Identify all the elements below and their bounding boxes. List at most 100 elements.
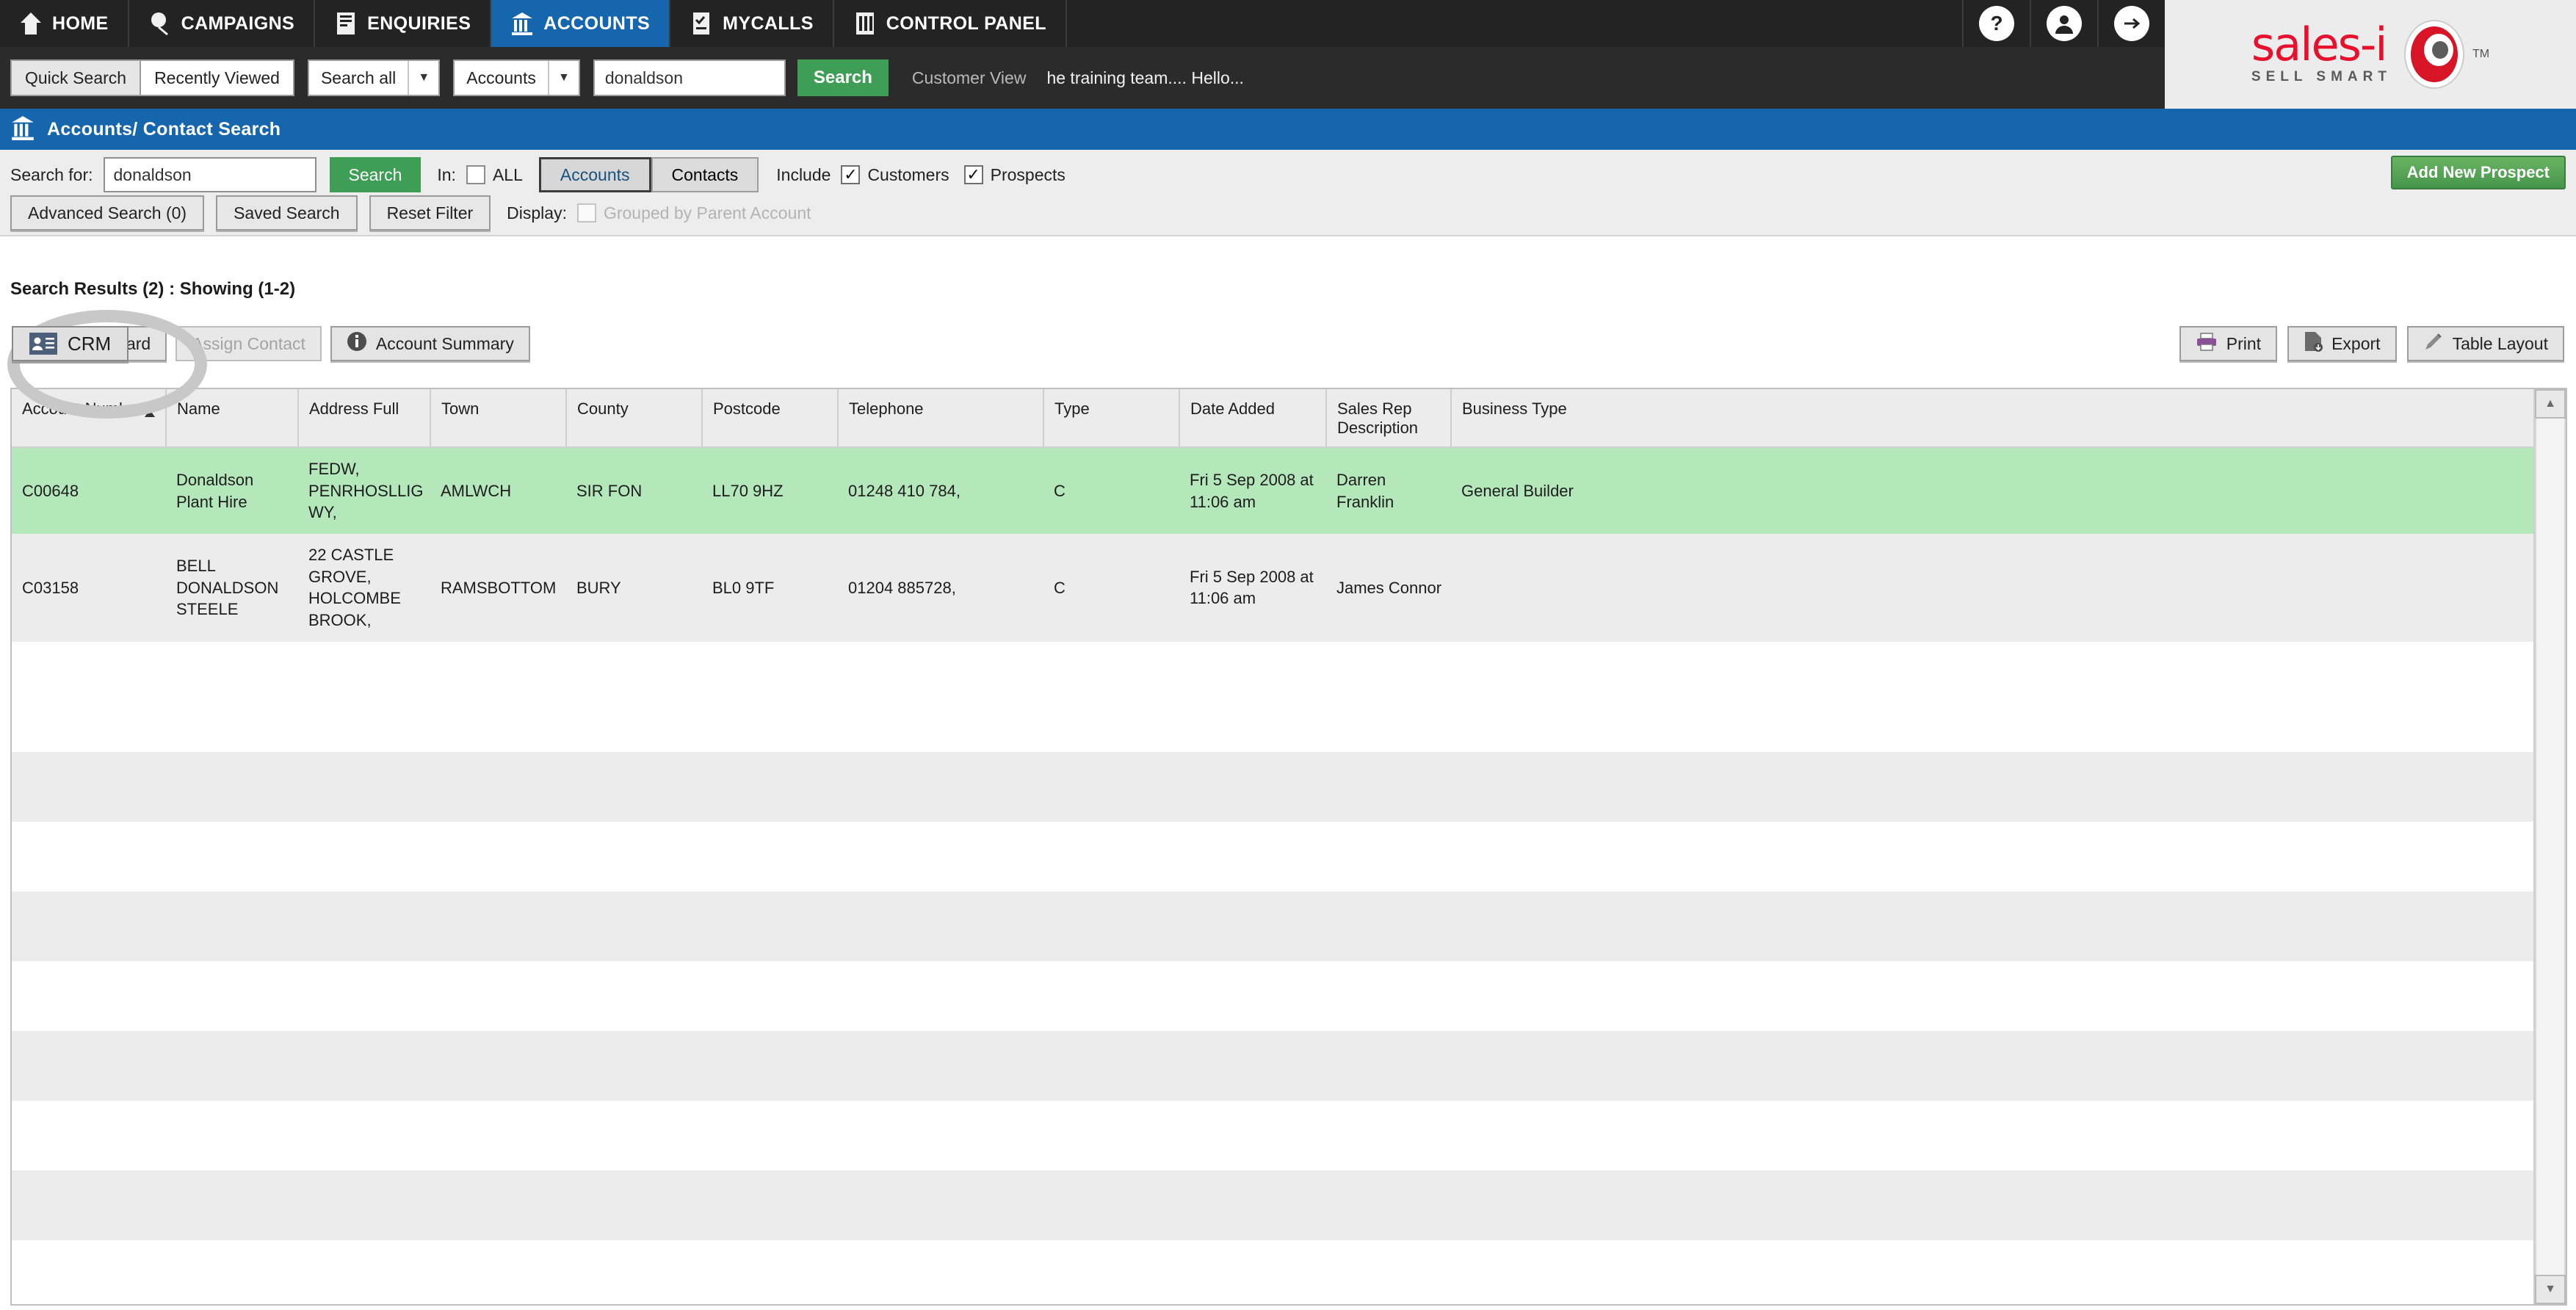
- file-download-icon: [2304, 331, 2323, 356]
- customer-view-link[interactable]: Customer View: [912, 68, 1027, 88]
- all-checkbox-label: ALL: [492, 164, 523, 184]
- brand-name: sales-i: [2251, 17, 2388, 71]
- customers-checkbox[interactable]: ✓: [841, 165, 861, 184]
- cell-postcode: BL0 9TF: [702, 534, 838, 642]
- help-button[interactable]: ?: [1962, 0, 2030, 47]
- column-header-sales-rep-description[interactable]: Sales Rep Description: [1326, 389, 1452, 448]
- nav-label-mycalls: MYCALLS: [723, 12, 814, 34]
- accounts-toggle-button[interactable]: Accounts: [538, 157, 651, 192]
- grouped-by-parent-checkbox[interactable]: [576, 203, 596, 222]
- prospects-checkbox[interactable]: ✓: [963, 165, 983, 184]
- saved-search-button[interactable]: Saved Search: [216, 195, 358, 231]
- column-header-account-number[interactable]: Account Number: [12, 389, 167, 448]
- nav-item-enquiries[interactable]: ENQUIRIES: [315, 0, 492, 47]
- export-label: Export: [2331, 333, 2381, 353]
- chevron-up-icon: ▲: [2544, 397, 2556, 410]
- search-results-summary: Search Results (2) : Showing (1-2): [10, 279, 296, 299]
- nav-item-control-panel[interactable]: CONTROL PANEL: [834, 0, 1067, 47]
- info-icon: [347, 331, 367, 356]
- table-row-empty: [12, 891, 2535, 961]
- results-table: Account Number Name Address Full Town Co…: [12, 389, 2535, 1304]
- cell-county: SIR FON: [566, 447, 702, 535]
- column-header-postcode[interactable]: Postcode: [702, 389, 839, 448]
- table-row-empty: [12, 1030, 2535, 1101]
- table-layout-button[interactable]: Table Layout: [2406, 326, 2564, 361]
- account-summary-label: Account Summary: [375, 333, 514, 353]
- search-submit-button[interactable]: Search: [329, 157, 422, 192]
- cell-town: RAMSBOTTOM: [430, 534, 566, 642]
- column-header-type[interactable]: Type: [1043, 389, 1180, 448]
- advanced-search-button[interactable]: Advanced Search (0): [10, 195, 205, 231]
- home-icon: [19, 11, 43, 36]
- table-header-row: Account Number Name Address Full Town Co…: [12, 389, 2535, 448]
- nav-item-mycalls[interactable]: MYCALLS: [670, 0, 834, 47]
- column-header-county[interactable]: County: [566, 389, 703, 448]
- contacts-toggle-button[interactable]: Contacts: [651, 157, 759, 192]
- table-row-empty: [12, 821, 2535, 891]
- quick-search-input[interactable]: [593, 59, 786, 96]
- column-header-address-full[interactable]: Address Full: [298, 389, 431, 448]
- logout-arrow-icon: [2114, 6, 2149, 41]
- table-body: C00648 Donaldson Plant Hire FEDW, PENRHO…: [12, 447, 2535, 1304]
- nav-item-home[interactable]: HOME: [0, 0, 129, 47]
- nav-label-campaigns: CAMPAIGNS: [181, 12, 295, 34]
- cell-name: Donaldson Plant Hire: [166, 447, 298, 535]
- user-account-icon: [2047, 6, 2082, 41]
- cell-business-type: General Builder: [1451, 447, 2535, 535]
- nav-item-campaigns[interactable]: CAMPAIGNS: [129, 0, 316, 47]
- nav-label-control-panel: CONTROL PANEL: [886, 12, 1046, 34]
- quick-search-tab[interactable]: Quick Search: [10, 59, 142, 96]
- scrollbar-track[interactable]: [2535, 419, 2566, 1275]
- all-checkbox[interactable]: [466, 165, 485, 184]
- column-header-telephone[interactable]: Telephone: [838, 389, 1044, 448]
- column-header-town[interactable]: Town: [430, 389, 567, 448]
- user-account-button[interactable]: [2030, 0, 2097, 47]
- column-header-business-type[interactable]: Business Type: [1451, 389, 2535, 448]
- crm-button[interactable]: CRM: [12, 326, 129, 361]
- recently-viewed-tab[interactable]: Recently Viewed: [141, 59, 294, 96]
- in-label: In:: [437, 164, 456, 184]
- export-button[interactable]: Export: [2287, 326, 2397, 361]
- logout-button[interactable]: [2097, 0, 2165, 47]
- column-header-name[interactable]: Name: [166, 389, 299, 448]
- scroll-down-button[interactable]: ▼: [2535, 1275, 2566, 1304]
- search-for-label: Search for:: [10, 164, 93, 184]
- nav-item-accounts[interactable]: ACCOUNTS: [491, 0, 671, 47]
- search-scope-select[interactable]: Search all ▼: [307, 59, 441, 96]
- quick-search-bar: Quick Search Recently Viewed Search all …: [0, 47, 2165, 109]
- calls-icon: [690, 11, 713, 36]
- table-row-empty: [12, 1240, 2535, 1304]
- scroll-up-button[interactable]: ▲: [2535, 389, 2566, 419]
- reset-filter-button[interactable]: Reset Filter: [369, 195, 491, 231]
- chevron-down-icon: ▼: [2544, 1283, 2556, 1295]
- table-row[interactable]: C00648 Donaldson Plant Hire FEDW, PENRHO…: [12, 447, 2535, 535]
- table-row-empty: [12, 641, 2535, 752]
- customers-checkbox-label: Customers: [867, 164, 949, 184]
- cell-name: BELL DONALDSON STEELE: [166, 534, 298, 642]
- cell-telephone: 01248 410 784,: [838, 447, 1043, 535]
- cell-address-full: 22 CASTLE GROVE, HOLCOMBE BROOK,: [298, 534, 430, 642]
- account-summary-button[interactable]: Account Summary: [330, 326, 530, 361]
- cell-sales-rep: Darren Franklin: [1326, 447, 1451, 535]
- column-header-date-added[interactable]: Date Added: [1179, 389, 1327, 448]
- grouped-by-parent-label: Grouped by Parent Account: [603, 203, 811, 222]
- table-row[interactable]: C03158 BELL DONALDSON STEELE 22 CASTLE G…: [12, 534, 2535, 642]
- cell-type: C: [1043, 534, 1179, 642]
- search-for-input[interactable]: [103, 157, 316, 192]
- cell-date-added: Fri 5 Sep 2008 at 11:06 am: [1179, 447, 1326, 535]
- chevron-down-icon: ▼: [547, 61, 579, 95]
- quick-search-button[interactable]: Search: [797, 59, 889, 96]
- nav-items-group: HOME CAMPAIGNS ENQUIRIES ACCOUNTS MYCALL: [0, 0, 1067, 47]
- table-vertical-scrollbar[interactable]: ▲ ▼: [2533, 389, 2566, 1304]
- print-button[interactable]: Print: [2179, 326, 2278, 361]
- display-label: Display:: [507, 203, 567, 222]
- campaign-icon: [148, 11, 172, 36]
- search-entity-select[interactable]: Accounts ▼: [453, 59, 580, 96]
- add-new-prospect-button[interactable]: Add New Prospect: [2390, 156, 2566, 189]
- cell-date-added: Fri 5 Sep 2008 at 11:06 am: [1179, 534, 1326, 642]
- chevron-down-icon: ▼: [408, 61, 438, 95]
- cell-account-number: C00648: [12, 447, 166, 535]
- assign-contact-button: Assign Contact: [176, 326, 322, 361]
- cell-account-number: C03158: [12, 534, 166, 642]
